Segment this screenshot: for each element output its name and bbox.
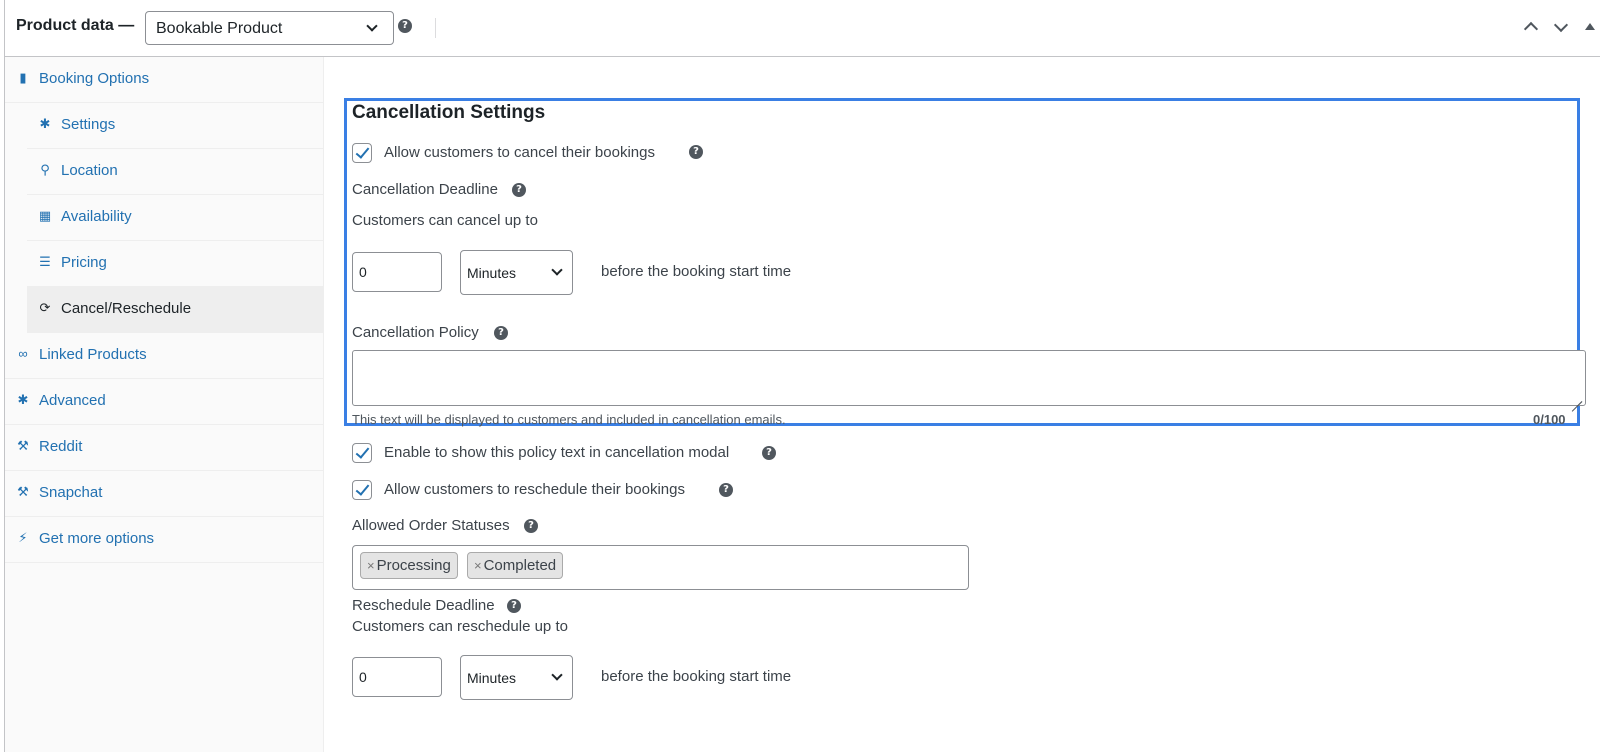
calendar-icon: ▦	[38, 208, 52, 223]
tab-label: Availability	[61, 208, 132, 225]
gear-icon: ✱	[17, 392, 29, 407]
tab-snapchat[interactable]: ⚒ Snapchat	[5, 471, 324, 517]
location-pin-icon: ⚲	[40, 162, 50, 177]
tab-label: Settings	[61, 116, 116, 133]
tab-availability[interactable]: ▦ Availability	[27, 195, 324, 241]
reschedule-deadline-suffix: before the booking start time	[601, 668, 792, 685]
tab-pricing[interactable]: ☰ Pricing	[27, 241, 324, 287]
checkmark-icon	[355, 444, 370, 459]
tab-label: Get more options	[39, 530, 155, 547]
allow-reschedule-label: Allow customers to reschedule their book…	[384, 481, 685, 498]
book-icon: ▮	[19, 70, 27, 85]
reschedule-deadline-input[interactable]: 0	[352, 657, 442, 697]
checkmark-icon	[355, 144, 370, 159]
allowed-statuses-select[interactable]: × Processing × Completed	[352, 545, 969, 590]
help-icon[interactable]: ?	[689, 145, 703, 159]
allowed-statuses-label: Allowed Order Statuses	[352, 517, 510, 534]
cancellation-deadline-sub: Customers can cancel up to	[352, 212, 538, 229]
product-data-tabs: ▮ Booking Options ✱ Settings ⚲ Location …	[5, 57, 324, 752]
tab-label: Cancel/Reschedule	[61, 300, 192, 317]
chevron-down-icon	[366, 20, 378, 32]
status-chip-label: Completed	[483, 557, 557, 574]
checkmark-icon	[355, 481, 370, 496]
allow-reschedule-checkbox[interactable]	[352, 480, 372, 500]
help-icon[interactable]: ?	[494, 326, 508, 340]
cancellation-policy-textarea[interactable]	[352, 350, 1586, 406]
help-icon[interactable]: ?	[762, 446, 776, 460]
panel-title: Product data —	[16, 17, 135, 34]
tab-label: Advanced	[39, 392, 106, 409]
wrench-icon: ⚒	[17, 438, 29, 453]
product-type-value: Bookable Product	[156, 20, 283, 37]
tab-settings[interactable]: ✱ Settings	[27, 103, 324, 149]
cancellation-unit-value: Minutes	[467, 265, 517, 281]
cancellation-deadline-label: Cancellation Deadline	[352, 181, 498, 198]
remove-chip-icon[interactable]: ×	[474, 558, 482, 573]
tab-label: Linked Products	[39, 346, 147, 363]
tab-advanced[interactable]: ✱ Advanced	[5, 379, 324, 425]
tab-label: Location	[61, 162, 118, 179]
allow-cancel-checkbox[interactable]	[352, 143, 372, 163]
list-icon: ☰	[39, 254, 51, 269]
help-icon[interactable]: ?	[507, 599, 521, 613]
tab-reddit[interactable]: ⚒ Reddit	[5, 425, 324, 471]
status-chip[interactable]: × Processing	[360, 552, 458, 579]
plugin-icon: ⚡	[18, 530, 28, 545]
status-chip-label: Processing	[376, 557, 451, 574]
tab-panel-cancel-reschedule: Cancellation Settings Allow customers to…	[325, 57, 1600, 752]
refresh-icon: ⟳	[39, 300, 51, 315]
tab-get-more-options[interactable]: ⚡ Get more options	[5, 517, 324, 563]
cancellation-deadline-suffix: before the booking start time	[601, 263, 792, 280]
product-data-panel: Product data — Bookable Product ? ▮ Book…	[4, 0, 1600, 752]
status-chip[interactable]: × Completed	[467, 552, 564, 579]
help-icon[interactable]: ?	[398, 19, 412, 33]
tab-linked-products[interactable]: ∞ Linked Products	[5, 333, 324, 379]
tab-booking-options[interactable]: ▮ Booking Options	[5, 57, 324, 103]
show-policy-label: Enable to show this policy text in cance…	[384, 444, 730, 461]
cancellation-policy-label: Cancellation Policy	[352, 324, 479, 341]
help-icon[interactable]: ?	[512, 183, 526, 197]
allow-cancel-label: Allow customers to cancel their bookings	[384, 144, 655, 161]
wrench-icon: ⚒	[17, 484, 29, 499]
reschedule-deadline-sub: Customers can reschedule up to	[352, 618, 568, 635]
chevron-down-icon	[551, 669, 563, 681]
move-down-icon[interactable]	[1553, 17, 1569, 33]
tab-label: Pricing	[61, 254, 107, 271]
move-up-icon[interactable]	[1523, 21, 1539, 37]
tab-label: Snapchat	[39, 484, 103, 501]
reschedule-unit-value: Minutes	[467, 670, 517, 686]
section-heading: Cancellation Settings	[352, 102, 546, 123]
gear-icon: ✱	[39, 116, 51, 131]
link-icon: ∞	[18, 346, 28, 361]
tab-location[interactable]: ⚲ Location	[27, 149, 324, 195]
reschedule-deadline-label: Reschedule Deadline	[352, 597, 495, 614]
remove-chip-icon[interactable]: ×	[367, 558, 375, 573]
tab-label: Reddit	[39, 438, 83, 455]
character-counter: 0/100	[1533, 412, 1566, 427]
show-policy-checkbox[interactable]	[352, 443, 372, 463]
divider	[435, 18, 436, 38]
chevron-down-icon	[551, 264, 563, 276]
cancellation-policy-description: This text will be displayed to customers…	[352, 412, 786, 427]
product-type-select[interactable]: Bookable Product	[145, 11, 394, 45]
tab-cancel-reschedule[interactable]: ⟳ Cancel/Reschedule	[27, 287, 324, 333]
resize-handle-icon[interactable]	[1572, 392, 1582, 402]
panel-header: Product data — Bookable Product ?	[5, 0, 1600, 57]
tab-label: Booking Options	[39, 70, 150, 87]
help-icon[interactable]: ?	[719, 483, 733, 497]
collapse-toggle-icon[interactable]	[1585, 23, 1595, 30]
cancellation-deadline-input[interactable]: 0	[352, 252, 442, 292]
help-icon[interactable]: ?	[524, 519, 538, 533]
cancellation-unit-select[interactable]: Minutes	[460, 250, 573, 295]
reschedule-unit-select[interactable]: Minutes	[460, 655, 573, 700]
